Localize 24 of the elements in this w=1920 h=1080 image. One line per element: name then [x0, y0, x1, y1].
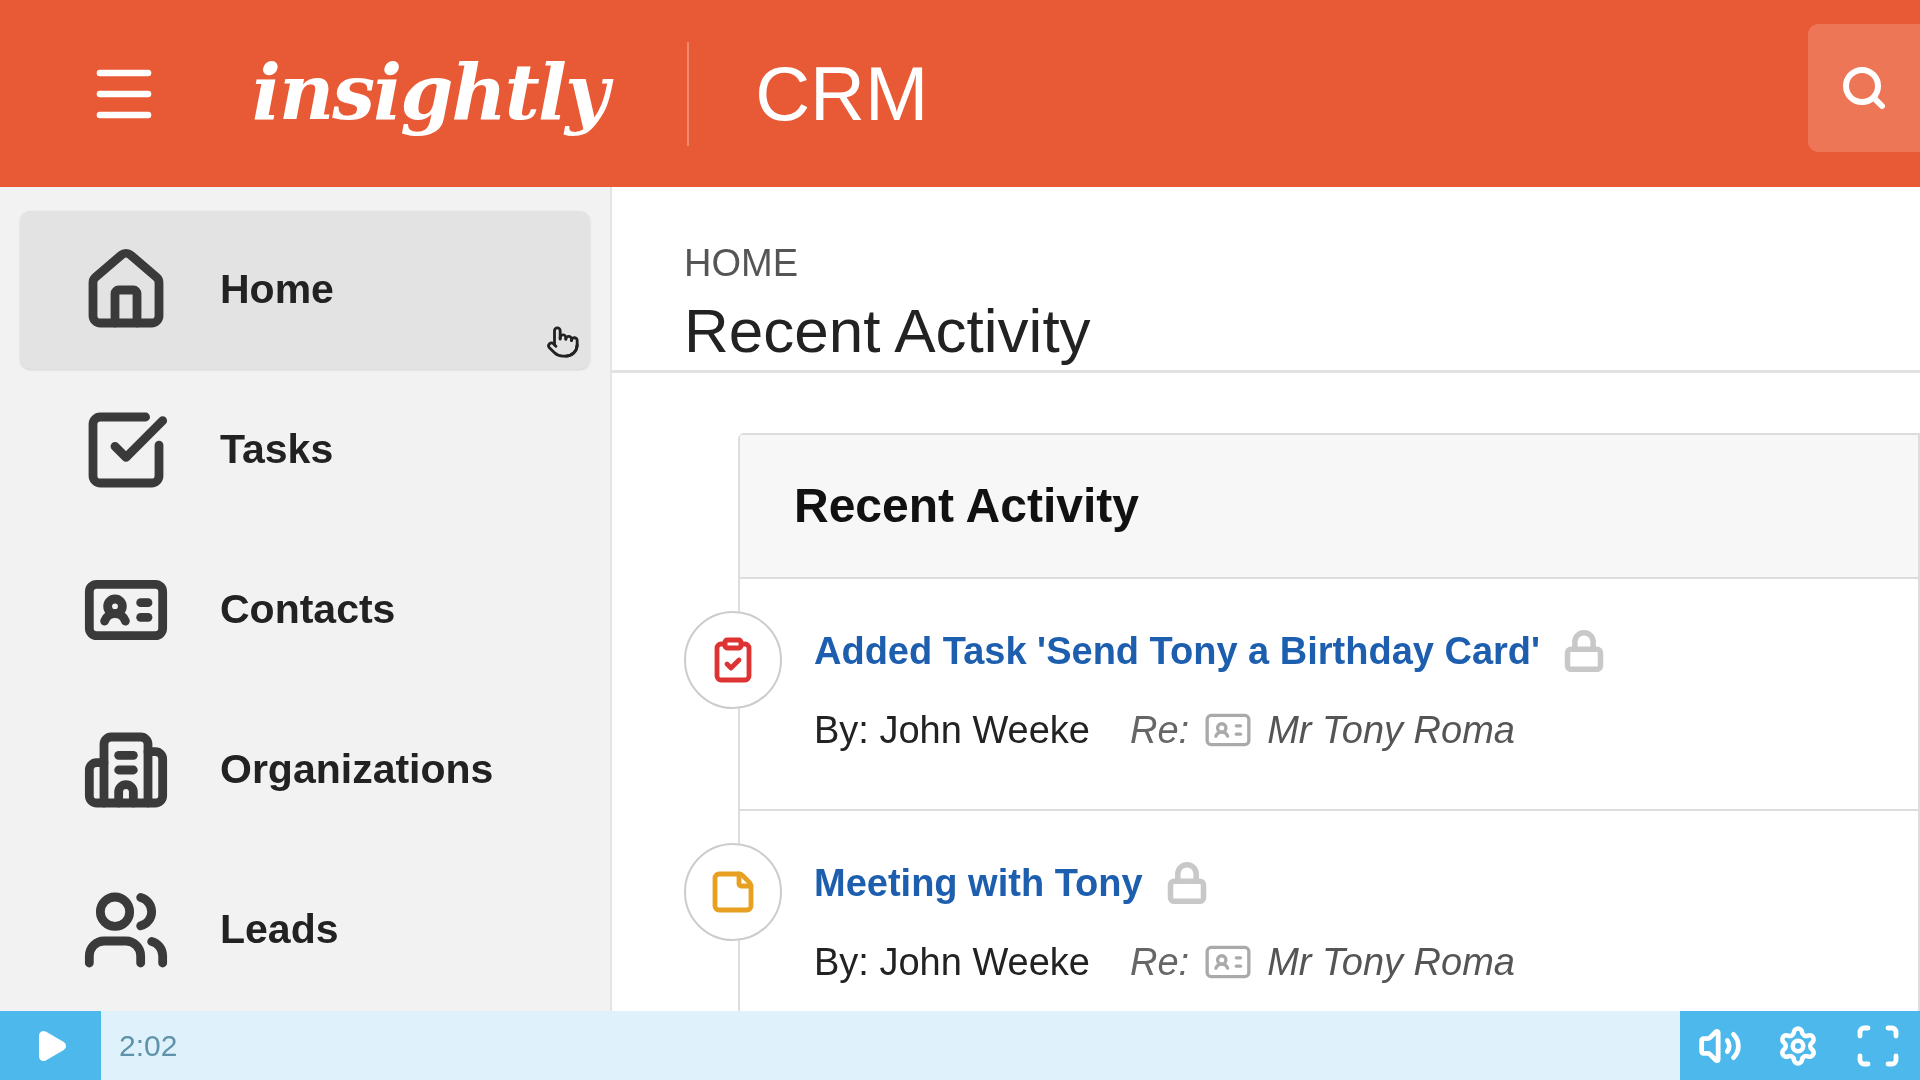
- breadcrumb: HOME: [684, 241, 799, 286]
- card-title: Recent Activity: [794, 477, 1139, 534]
- sidebar-item[interactable]: Home: [20, 211, 590, 369]
- pointer-icon: [546, 325, 580, 359]
- playback-time: 2:02: [119, 1028, 178, 1064]
- regarding-label: Re:: [1130, 939, 1190, 985]
- search-icon: [1840, 64, 1888, 112]
- sidebar-item[interactable]: Contacts: [20, 531, 590, 689]
- author-text: By: John Weeke: [814, 939, 1090, 985]
- settings-icon[interactable]: [1777, 1024, 1819, 1067]
- contact-link[interactable]: Mr Tony Roma: [1267, 701, 1515, 759]
- search-button[interactable]: [1808, 24, 1920, 152]
- play-button[interactable]: [0, 1011, 101, 1080]
- sidebar-item[interactable]: Tasks: [20, 371, 590, 529]
- sidebar-item[interactable]: Leads: [20, 851, 590, 1009]
- contact-link[interactable]: Mr Tony Roma: [1267, 933, 1515, 991]
- page-title: Recent Activity: [684, 295, 1092, 367]
- app-title: CRM: [755, 49, 929, 138]
- activity-link[interactable]: Meeting with Tony: [814, 854, 1143, 912]
- activity-link[interactable]: Added Task 'Send Tony a Birthday Card': [814, 622, 1541, 680]
- sidebar-item[interactable]: Organizations: [20, 691, 590, 849]
- app-logo[interactable]: insightly: [242, 38, 618, 149]
- regarding-label: Re:: [1130, 707, 1190, 753]
- author-text: By: John Weeke: [814, 707, 1090, 753]
